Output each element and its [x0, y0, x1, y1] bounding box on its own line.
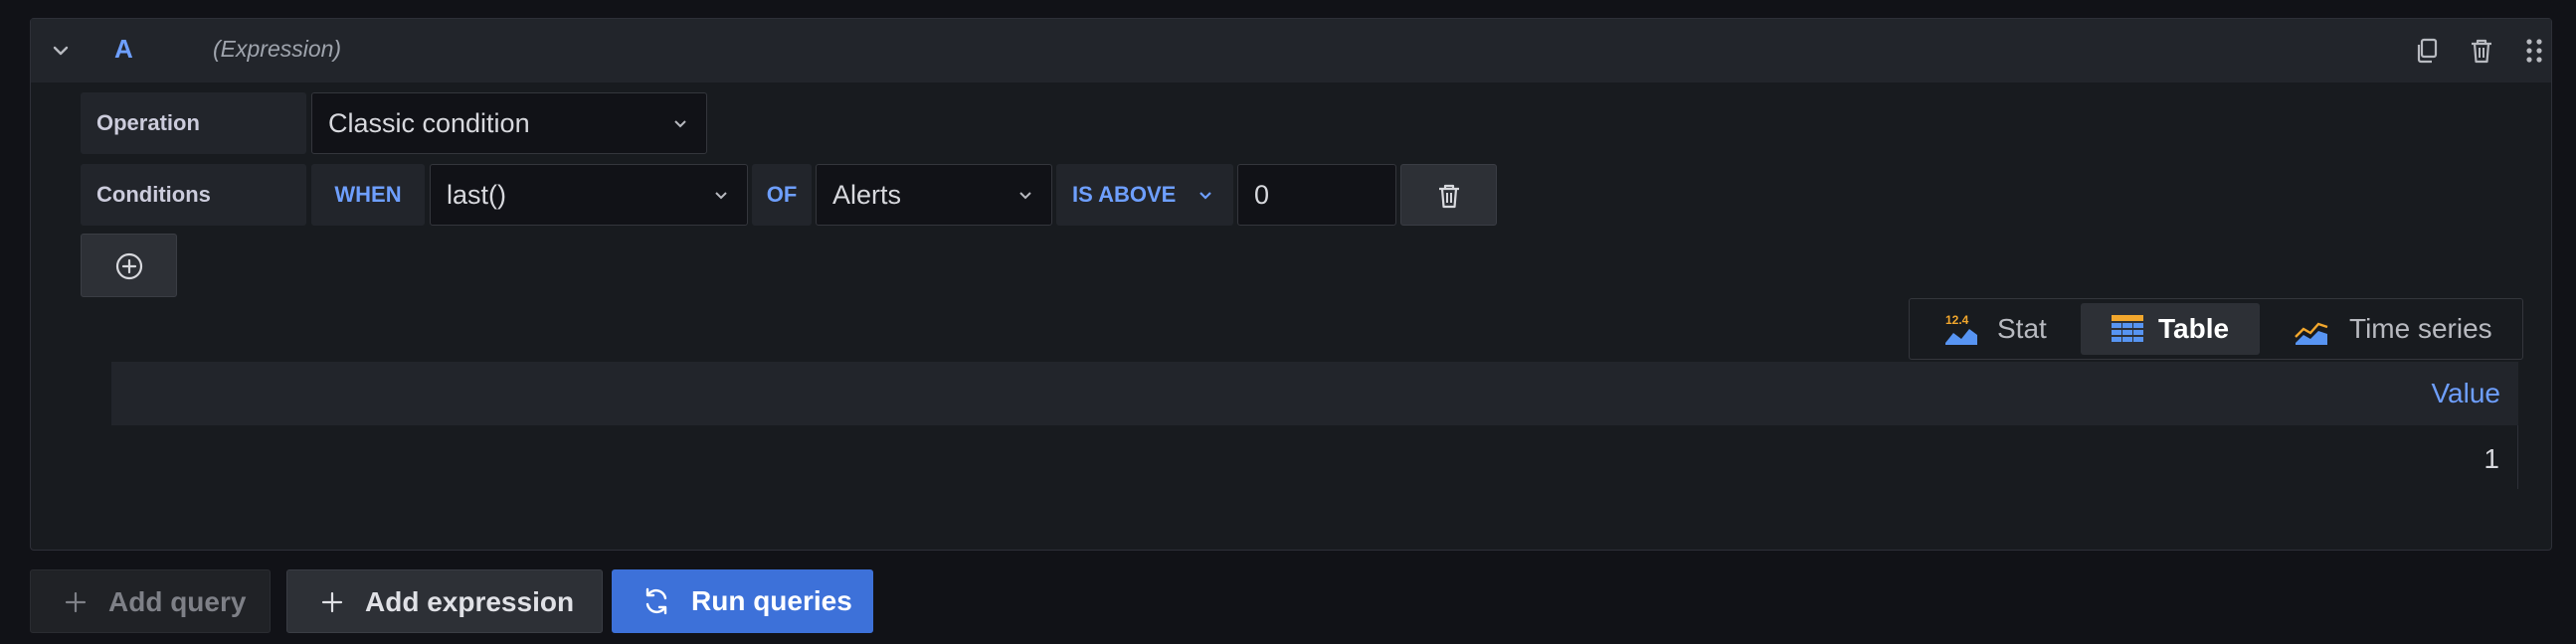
expression-type-label: (Expression)	[213, 36, 342, 62]
threshold-input[interactable]: 0	[1237, 164, 1396, 226]
add-query-label: Add query	[108, 586, 247, 617]
column-header-value[interactable]: Value	[2431, 378, 2500, 409]
trash-icon	[1439, 184, 1459, 209]
reducer-select[interactable]: last()	[430, 164, 748, 226]
viz-option-time-series[interactable]: Time series	[2264, 303, 2512, 355]
conditions-label: Conditions	[81, 164, 306, 226]
operation-select[interactable]: Classic condition	[311, 92, 707, 154]
run-queries-label: Run queries	[691, 585, 852, 616]
when-keyword: WHEN	[311, 164, 425, 226]
plus-icon	[65, 591, 87, 613]
evaluator-value: IS ABOVE	[1072, 182, 1177, 207]
viz-option-stat[interactable]: 12.4 Stat	[1914, 303, 2078, 355]
add-expression-button[interactable]: Add expression	[286, 569, 603, 633]
add-condition-button[interactable]	[81, 234, 177, 297]
duplicate-icon[interactable]	[2413, 37, 2441, 65]
stat-icon: 12.4	[1945, 313, 1977, 345]
operation-value: Classic condition	[328, 108, 530, 138]
chevron-down-icon[interactable]	[49, 39, 73, 63]
add-expression-label: Add expression	[365, 586, 575, 617]
query-ref-id[interactable]: A	[114, 34, 133, 65]
plus-icon	[321, 591, 343, 613]
operation-label: Operation	[81, 92, 306, 154]
chevron-down-icon	[1019, 192, 1031, 200]
run-queries-button[interactable]: Run queries	[612, 569, 873, 633]
viz-option-table[interactable]: Table	[2081, 303, 2260, 355]
query-value: Alerts	[832, 180, 902, 210]
viz-option-label: Time series	[2349, 313, 2492, 344]
table-header: Value	[111, 362, 2518, 425]
delete-condition-button[interactable]	[1400, 164, 1497, 226]
viz-option-label: Stat	[1997, 313, 2047, 344]
viz-option-label: Table	[2158, 313, 2230, 344]
query-select[interactable]: Alerts	[816, 164, 1052, 226]
evaluator-select[interactable]: IS ABOVE	[1056, 164, 1233, 226]
plus-circle-icon	[115, 252, 143, 280]
time-series-icon	[2295, 322, 2328, 345]
add-query-button[interactable]: Add query	[30, 569, 271, 633]
expression-panel: A (Expression) Operation Classic conditi…	[30, 18, 2552, 551]
of-keyword: OF	[752, 164, 812, 226]
table-icon	[2112, 315, 2143, 342]
stat-icon-badge: 12.4	[1945, 313, 1969, 327]
chevron-down-icon	[674, 120, 686, 128]
visualization-switch: 12.4 Stat Table Time series	[1909, 298, 2523, 360]
threshold-value: 0	[1254, 180, 1270, 210]
expression-header: A (Expression)	[31, 19, 2551, 82]
refresh-icon	[645, 587, 667, 615]
table-cell: 1	[2484, 443, 2499, 474]
chevron-down-icon	[715, 192, 727, 200]
chevron-down-icon	[1199, 192, 1211, 200]
table-row: 1	[111, 425, 2518, 489]
trash-icon[interactable]	[2468, 37, 2495, 65]
drag-handle-icon[interactable]	[2520, 37, 2548, 65]
reducer-value: last()	[447, 180, 506, 210]
